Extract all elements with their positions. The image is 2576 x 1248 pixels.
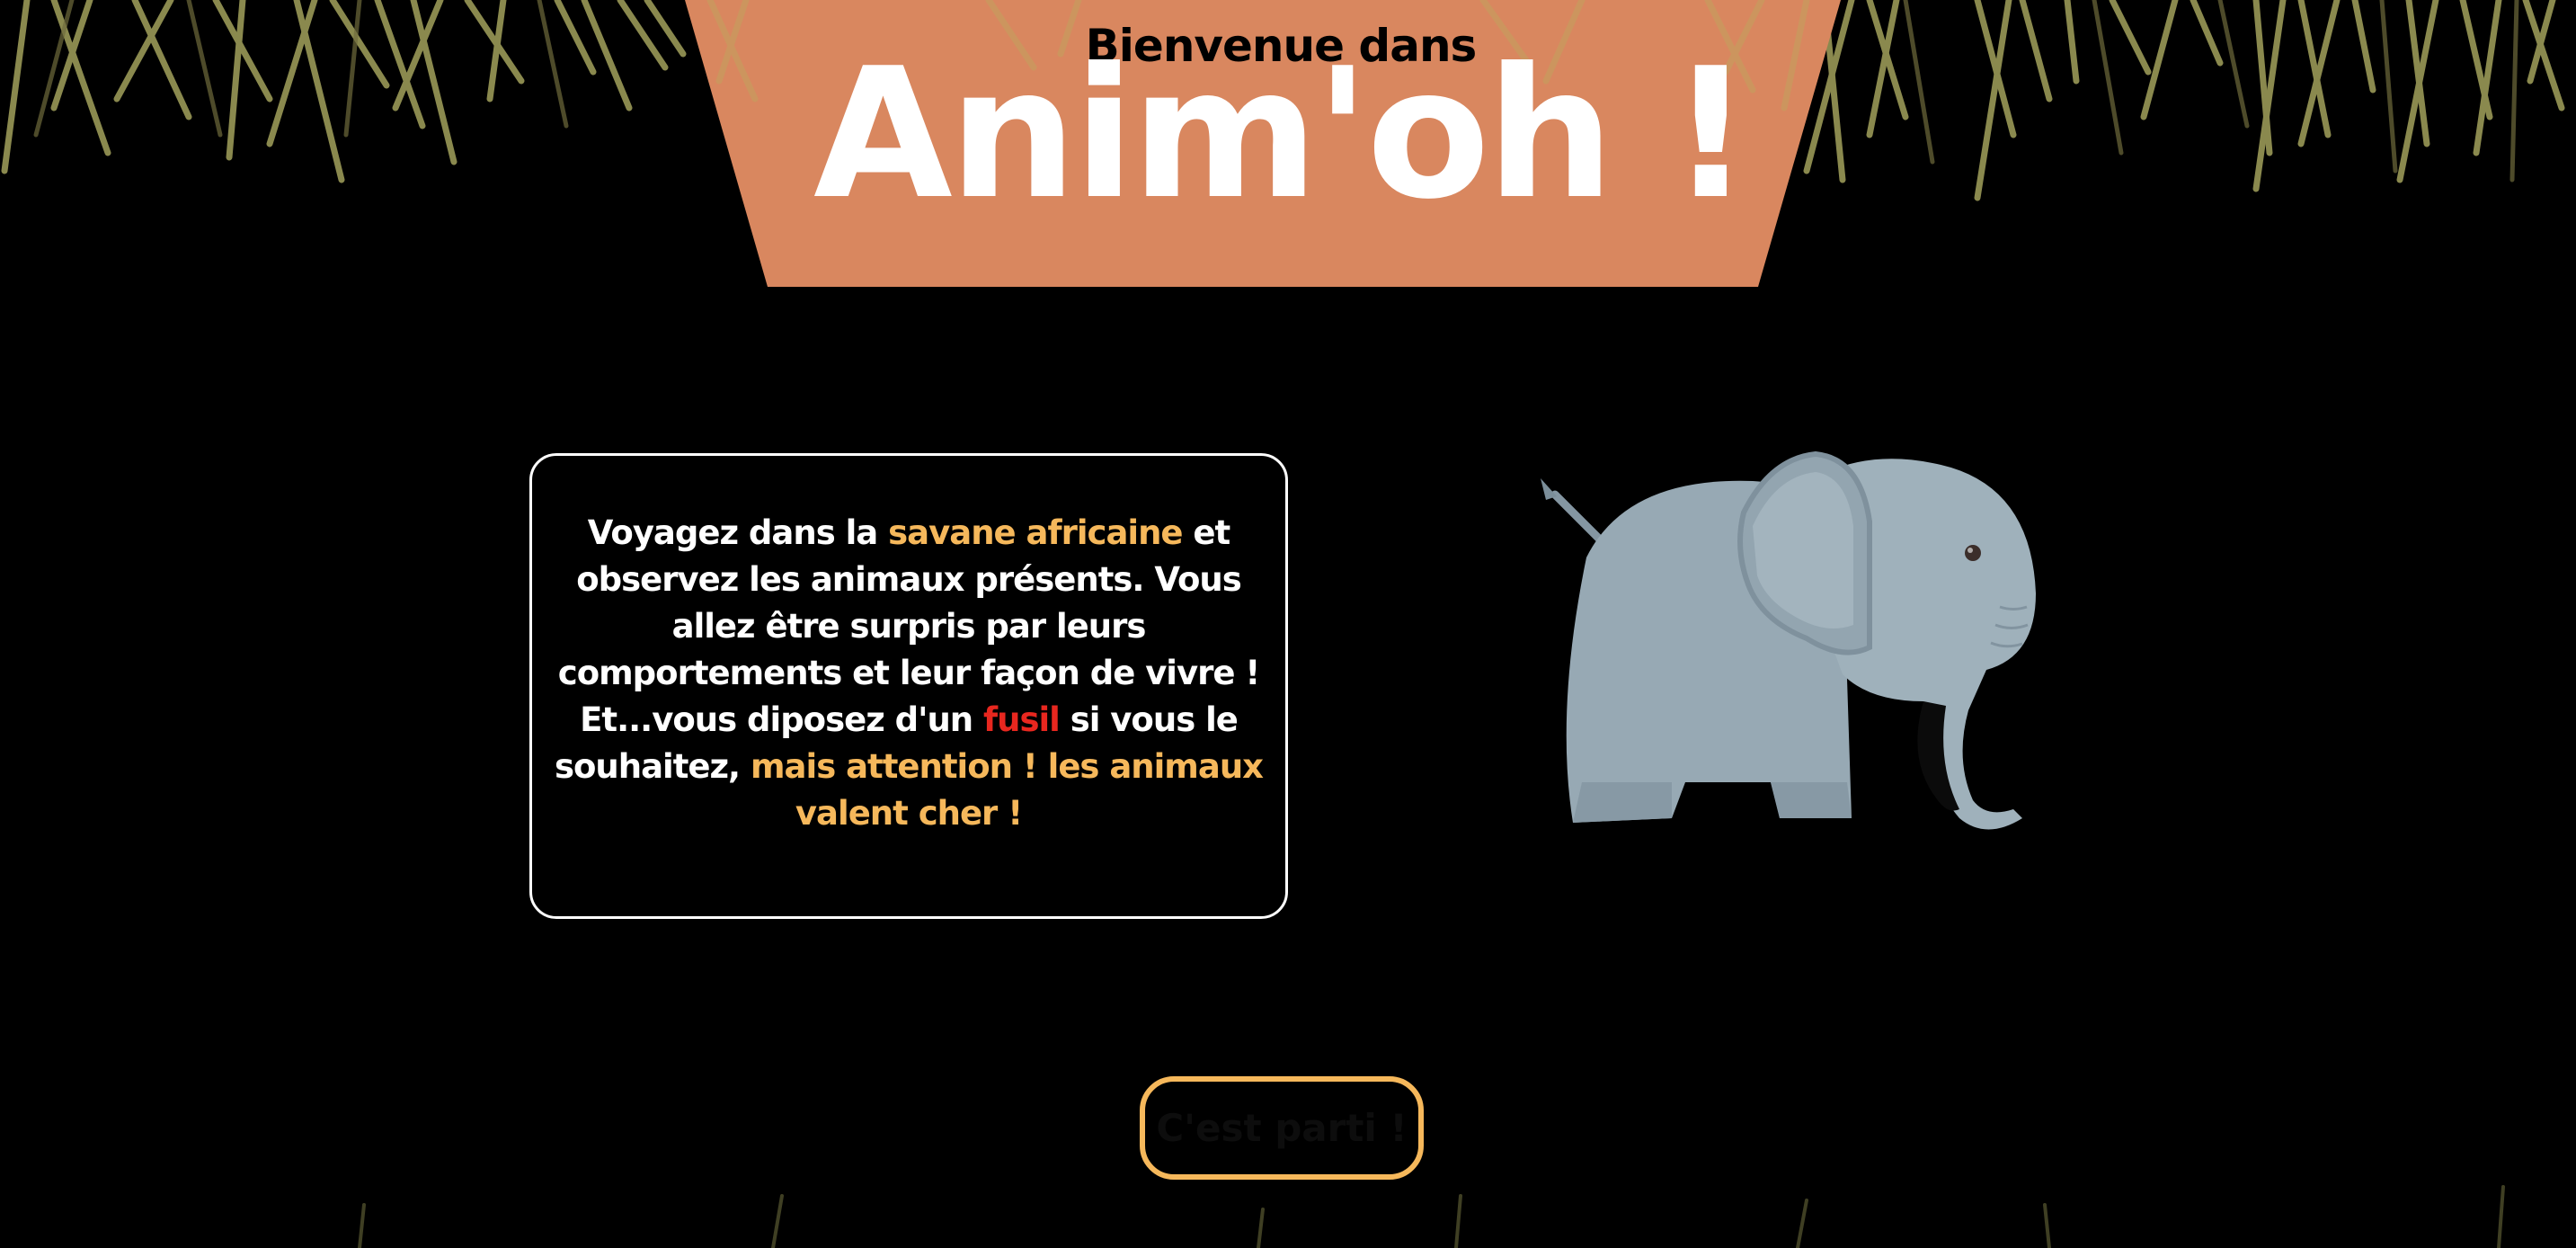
grass-bottom-decoration	[358, 1185, 2505, 1248]
intro-highlight-savanna: savane africaine	[888, 513, 1183, 552]
start-button[interactable]: C'est parti !	[1140, 1076, 1424, 1180]
intro-highlight-warning: mais attention ! les animaux valent cher…	[750, 747, 1264, 833]
intro-highlight-rifle: fusil	[983, 700, 1061, 739]
intro-text-part: Voyagez dans la	[587, 513, 889, 552]
intro-card: Voyagez dans la savane africaine et obse…	[529, 453, 1288, 919]
elephant-illustration	[1541, 450, 2036, 830]
intro-description: Voyagez dans la savane africaine et obse…	[549, 510, 1268, 837]
site-title: Anim'oh !	[813, 30, 1752, 239]
